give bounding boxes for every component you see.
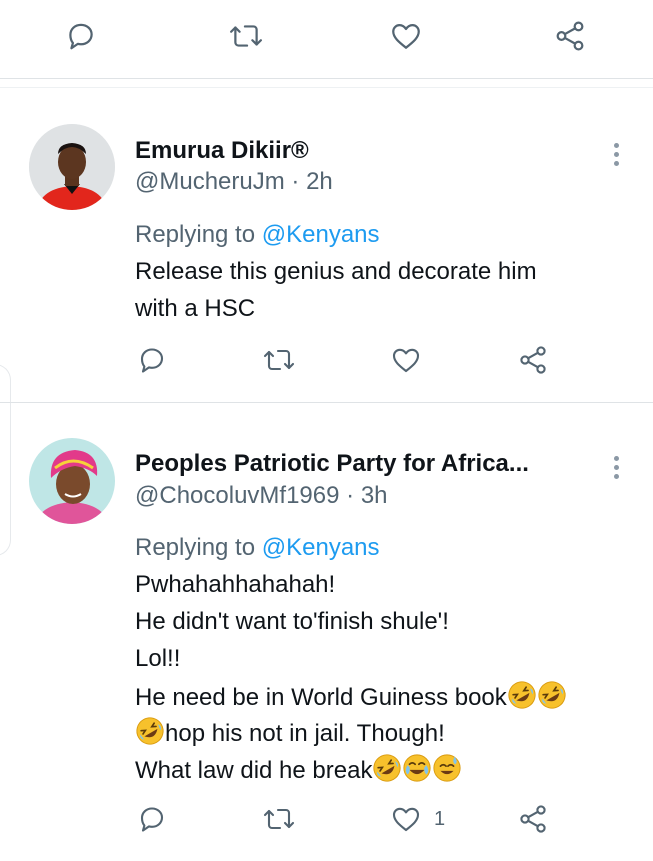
tweet-text: He need be in World Guiness book bbox=[135, 684, 507, 711]
tweet-text: with a HSC bbox=[135, 295, 256, 322]
scroll-edge bbox=[0, 364, 11, 556]
divider bbox=[0, 87, 653, 88]
separator: · bbox=[346, 482, 355, 509]
share-icon[interactable] bbox=[517, 803, 549, 835]
replying-to-label: Replying to bbox=[135, 221, 256, 248]
face-with-tears-of-joy-emoji-icon bbox=[402, 753, 432, 783]
timestamp[interactable]: 3h bbox=[361, 482, 388, 509]
share-icon[interactable] bbox=[553, 19, 587, 53]
mention-link[interactable]: @Kenyans bbox=[262, 534, 380, 561]
tweet-text-line: hop his not in jail. Though! bbox=[135, 716, 445, 748]
separator: · bbox=[291, 168, 300, 195]
retweet-icon[interactable] bbox=[228, 19, 264, 53]
reply-icon[interactable] bbox=[64, 19, 98, 53]
tweet-text: Pwhahahhahahah! bbox=[135, 571, 336, 598]
reply-icon[interactable] bbox=[136, 803, 168, 835]
reply-icon[interactable] bbox=[136, 344, 168, 376]
divider bbox=[0, 402, 653, 403]
mention-link[interactable]: @Kenyans bbox=[262, 221, 380, 248]
tweet-text-line: What law did he break bbox=[135, 753, 462, 785]
retweet-icon[interactable] bbox=[262, 803, 296, 835]
rolling-on-floor-laughing-emoji-icon bbox=[135, 716, 165, 746]
tweet-text: hop his not in jail. Though! bbox=[165, 720, 445, 747]
user-handle[interactable]: @MucheruJm bbox=[135, 168, 285, 195]
display-name[interactable]: Peoples Patriotic Party for Africa... bbox=[135, 450, 529, 478]
share-icon[interactable] bbox=[517, 344, 549, 376]
tweet-text: He didn't want to'finish shule'! bbox=[135, 608, 449, 635]
tweet-text: What law did he break bbox=[135, 757, 373, 784]
replying-to-label: Replying to bbox=[135, 534, 256, 561]
tweet-text-line: He need be in World Guiness book bbox=[135, 680, 567, 712]
avatar[interactable] bbox=[29, 438, 115, 524]
rolling-on-floor-laughing-emoji-icon bbox=[372, 753, 402, 783]
retweet-icon[interactable] bbox=[262, 344, 296, 376]
like-icon[interactable] bbox=[390, 344, 422, 376]
more-icon[interactable] bbox=[614, 456, 622, 483]
like-icon[interactable] bbox=[390, 803, 422, 835]
like-icon[interactable] bbox=[389, 19, 423, 53]
like-count: 1 bbox=[434, 808, 446, 830]
display-name[interactable]: Emurua Dikiir® bbox=[135, 137, 309, 165]
handle-time: @ChocoluvMf1969 · 3h bbox=[135, 482, 388, 510]
divider bbox=[0, 78, 653, 79]
rolling-on-floor-laughing-emoji-icon bbox=[507, 680, 537, 710]
timestamp[interactable]: 2h bbox=[306, 168, 333, 195]
grinning-face-with-sweat-emoji-icon bbox=[432, 753, 462, 783]
more-icon[interactable] bbox=[614, 143, 622, 170]
replying-to: Replying to @Kenyans bbox=[135, 534, 380, 562]
user-handle[interactable]: @ChocoluvMf1969 bbox=[135, 482, 339, 509]
tweet-text: Release this genius and decorate him bbox=[135, 258, 537, 285]
avatar[interactable] bbox=[29, 124, 115, 210]
tweet-text: Lol!! bbox=[135, 645, 181, 672]
rolling-on-floor-laughing-emoji-icon bbox=[537, 680, 567, 710]
replying-to: Replying to @Kenyans bbox=[135, 221, 380, 249]
handle-time: @MucheruJm · 2h bbox=[135, 168, 333, 196]
